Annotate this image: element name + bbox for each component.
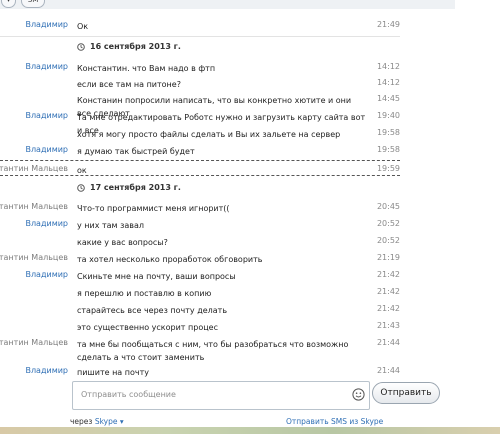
message-sender[interactable]: Владимир <box>25 20 68 29</box>
message-text: пишите на почту <box>77 368 149 377</box>
message-text: та мне бы пообщаться с ним, что бы разоб… <box>77 340 349 362</box>
message-text: хотя я могу просто файлы сделать и Вы их… <box>77 130 341 139</box>
message-time: 20:52 <box>376 219 400 228</box>
message-text: у них там завал <box>77 221 145 230</box>
message-time: 20:52 <box>376 236 400 245</box>
message-time: 21:42 <box>376 270 400 279</box>
message-time: 20:45 <box>376 202 400 211</box>
message-time: 19:58 <box>376 145 400 154</box>
chat-message: какие у вас вопросы? 20:52 <box>0 236 400 249</box>
message-time: 21:44 <box>376 338 400 347</box>
message-sender[interactable]: Владимир <box>25 270 68 279</box>
message-text: старайтесь все через почту делать <box>77 306 228 315</box>
message-time: 19:40 <box>376 111 400 120</box>
message-text: какие у вас вопросы? <box>77 238 168 247</box>
message-time: 21:42 <box>376 287 400 296</box>
send-sms-link[interactable]: Отправить SMS из Skype <box>286 417 383 426</box>
chat-message: Констанин попросили написать, что вы кон… <box>0 94 400 118</box>
chat-message: Владимир Скиньте мне на почту, ваши вопро… <box>0 270 400 283</box>
message-time: 21:49 <box>376 20 400 29</box>
date-header: 17 сентября 2013 г. <box>0 181 400 197</box>
divider <box>0 36 400 37</box>
message-text: Что-то программист меня игнорит(( <box>77 204 230 213</box>
date-header: 16 сентября 2013 г. <box>0 40 400 56</box>
chat-message: Владимир Ок 21:49 <box>0 20 400 32</box>
toolbar-button-2[interactable]: SM <box>21 0 45 8</box>
date-text: 16 сентября 2013 г. <box>90 42 181 51</box>
message-text: я думаю так быстрей будет <box>77 147 195 156</box>
message-time: 14:12 <box>376 62 400 71</box>
chat-message: Константин Мальцев та мне бы пообщаться с… <box>0 338 400 364</box>
chat-message: Константин Мальцев та хотел несколько про… <box>0 253 400 266</box>
message-sender[interactable]: Владимир <box>25 62 68 71</box>
chat-message: хотя я могу просто файлы сделать и Вы их… <box>0 128 400 141</box>
message-time: 19:58 <box>376 128 400 137</box>
message-sender[interactable]: Владимир <box>25 145 68 154</box>
via-label: через <box>70 417 93 426</box>
message-sender[interactable]: Константин Мальцев <box>0 253 68 262</box>
via-skype-dropdown[interactable]: Skype ▾ <box>95 417 124 426</box>
message-sender[interactable]: Константин Мальцев <box>0 202 68 211</box>
chat-message: Константин Мальцев Что-то программист мен… <box>0 202 400 215</box>
message-time: 21:19 <box>376 253 400 262</box>
right-panel <box>455 0 500 434</box>
message-placeholder: Отправить сообщение <box>81 390 176 399</box>
message-sender[interactable]: Владимир <box>25 366 68 375</box>
message-text: Константин. что Вам надо в фтп <box>77 64 216 73</box>
chat-message: Владимир пишите на почту 21:44 <box>0 366 400 379</box>
send-via: через Skype ▾ <box>70 417 124 426</box>
message-sender[interactable]: Константин Мальцев <box>0 164 68 173</box>
message-time: 21:44 <box>376 366 400 375</box>
message-text: это существенно ускорит процес <box>77 323 218 332</box>
calendar-icon <box>77 184 85 192</box>
message-text: Скиньте мне на почту, ваши вопросы <box>77 272 236 281</box>
window-top-strip: ▾ SM <box>0 0 500 9</box>
message-sender[interactable]: Владимир <box>25 219 68 228</box>
message-text: та хотел несколько проработок обговорить <box>77 255 263 264</box>
chat-message: Владимир я думаю так быстрей будет 19:58 <box>0 145 400 158</box>
chat-message: Владимир у них там завал 20:52 <box>0 219 400 232</box>
message-text: я перешлю и поставлю в копию <box>77 289 212 298</box>
desktop-background <box>0 427 500 434</box>
chat-message: я перешлю и поставлю в копию 21:42 <box>0 287 400 300</box>
message-input[interactable]: Отправить сообщение <box>72 381 370 410</box>
chat-message: это существенно ускорит процес 21:43 <box>0 321 400 334</box>
calendar-icon <box>77 43 85 51</box>
message-sender[interactable]: Владимир <box>25 111 68 120</box>
divider-dashed <box>0 160 400 161</box>
message-time: 14:45 <box>376 94 400 103</box>
send-button[interactable]: Отправить <box>372 382 440 404</box>
divider-dashed <box>0 175 400 176</box>
message-text: Ок <box>77 22 89 31</box>
message-sender[interactable]: Константин Мальцев <box>0 338 68 347</box>
message-time: 19:59 <box>376 164 400 173</box>
chat-message: старайтесь все через почту делать 21:42 <box>0 304 400 317</box>
chat-message: Владимир Та мне отредактировать Роботс ну… <box>0 111 400 135</box>
smile-icon[interactable] <box>352 388 365 401</box>
toolbar-button[interactable]: ▾ <box>1 0 16 8</box>
date-text: 17 сентября 2013 г. <box>90 183 181 192</box>
chat-message: Владимир Константин. что Вам надо в фтп 14… <box>0 62 400 75</box>
message-text: если все там на питоне? <box>77 80 181 89</box>
chat-message: если все там на питоне? 14:12 <box>0 78 400 91</box>
message-time: 21:42 <box>376 304 400 313</box>
message-time: 21:43 <box>376 321 400 330</box>
message-time: 14:12 <box>376 78 400 87</box>
